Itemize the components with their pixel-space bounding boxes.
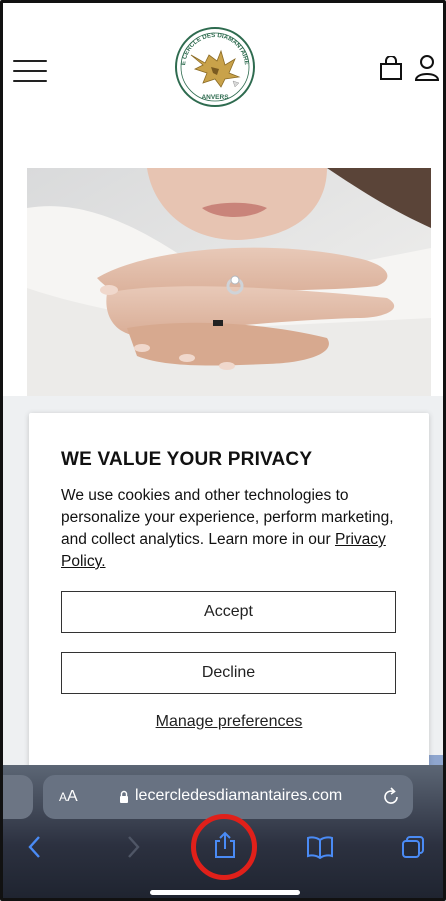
back-icon[interactable] (27, 835, 43, 859)
site-header: LE CERCLE DES DIAMANTAIRES ANVERS (3, 3, 443, 143)
home-indicator (150, 890, 300, 895)
browser-nav-row (3, 827, 443, 867)
phone-screen: LE CERCLE DES DIAMANTAIRES ANVERS (0, 0, 446, 901)
forward-icon[interactable] (125, 835, 141, 859)
reload-icon[interactable] (381, 787, 401, 807)
account-icon[interactable] (414, 54, 440, 82)
hero-image-hands-ring (27, 168, 431, 396)
dialog-title: WE VALUE YOUR PRIVACY (61, 449, 313, 470)
lock-icon (120, 790, 128, 803)
previous-tab-preview[interactable] (3, 775, 33, 819)
brand-logo[interactable]: LE CERCLE DES DIAMANTAIRES ANVERS (173, 25, 257, 109)
dialog-body: We use cookies and other technologies to… (61, 485, 401, 573)
browser-toolbar: AA lecercledesdiamantaires.com (3, 765, 443, 898)
text-size-button[interactable]: AA (59, 788, 78, 806)
accept-button[interactable]: Accept (61, 591, 396, 633)
url-text: lecercledesdiamantaires.com (135, 787, 343, 804)
shopping-bag-icon[interactable] (379, 56, 403, 82)
bookmarks-icon[interactable] (306, 835, 334, 859)
logo-text-bottom: ANVERS (201, 94, 229, 101)
decline-button[interactable]: Decline (61, 652, 396, 694)
address-bar[interactable]: AA lecercledesdiamantaires.com (43, 775, 413, 819)
menu-icon[interactable] (13, 60, 47, 82)
tabs-icon[interactable] (401, 835, 425, 859)
manage-preferences-link[interactable]: Manage preferences (29, 713, 429, 731)
share-icon[interactable] (212, 831, 238, 859)
privacy-consent-dialog: WE VALUE YOUR PRIVACY We use cookies and… (29, 413, 429, 775)
